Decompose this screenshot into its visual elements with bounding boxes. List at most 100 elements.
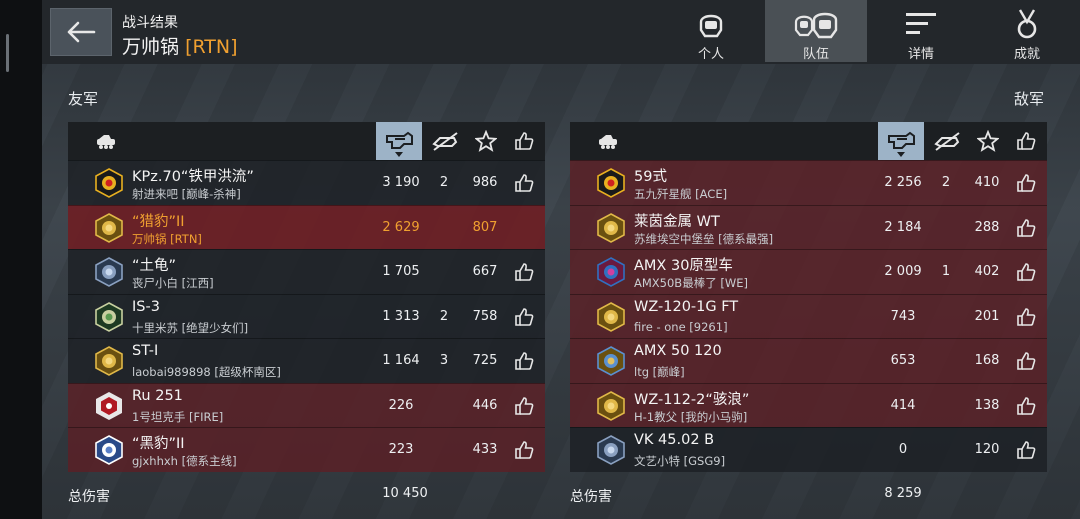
back-button[interactable] <box>50 8 112 56</box>
player-row[interactable]: AMX 50 120 ltg [巅峰] 653 168 <box>570 338 1047 383</box>
player-row[interactable]: “土龟” 丧尸小白 [江西] 1 705 667 <box>68 249 545 294</box>
kills-column-header[interactable] <box>425 122 465 160</box>
player-row[interactable]: AMX 30原型车 AMX50B最棒了 [WE] 2 009 1 402 <box>570 249 1047 294</box>
like-button[interactable] <box>514 440 534 460</box>
lion-badge-icon <box>95 212 123 243</box>
tab-label: 队伍 <box>802 47 829 62</box>
like-button[interactable] <box>1016 307 1036 327</box>
allies-total-label: 总伤害 <box>68 489 110 505</box>
tab-personal[interactable]: 个人 <box>660 0 762 62</box>
damage-value: 2 629 <box>382 219 420 235</box>
player-row[interactable]: VK 45.02 B 文艺小特 [GSG9] 0 120 <box>570 427 1047 472</box>
tank-badge <box>596 212 626 243</box>
shield-badge-icon <box>597 435 625 465</box>
like-button[interactable] <box>1016 262 1036 282</box>
person-helmet-icon <box>695 8 727 40</box>
player-name: 1号坦克手 [FIRE] <box>132 409 224 424</box>
tank-badge <box>596 168 626 198</box>
sort-down-icon <box>897 152 905 157</box>
tab-achievements[interactable]: 成就 <box>976 0 1078 62</box>
hexagon-badge-icon <box>96 391 122 420</box>
tank-badge <box>596 435 626 465</box>
tank-name: “土龟” <box>132 258 177 274</box>
player-row[interactable]: 莱茵金属 WT 苏维埃空中堡垒 [德系最强] 2 184 288 <box>570 204 1047 249</box>
tank-name: AMX 30原型车 <box>634 258 733 274</box>
enemies-total-label: 总伤害 <box>570 489 612 505</box>
arrow-left-icon <box>67 21 96 43</box>
player-name: 十里米苏 [绝望少女们] <box>132 320 249 335</box>
like-button[interactable] <box>514 262 534 282</box>
damage-value: 223 <box>388 442 414 457</box>
tank-badge <box>596 301 626 332</box>
player-name: 万帅锅 [RTN] <box>132 231 202 246</box>
like-button[interactable] <box>1016 351 1036 371</box>
tank-badge <box>94 391 124 421</box>
like-button[interactable] <box>514 351 534 371</box>
tab-team[interactable]: 队伍 <box>765 0 867 62</box>
kills-value: 2 <box>439 308 449 324</box>
tank-badge-icon <box>95 301 123 332</box>
tank-name: WZ-112-2“骇浪” <box>634 391 750 408</box>
like-column-header <box>513 122 535 160</box>
lightning-badge-icon <box>95 168 123 198</box>
tank-name: WZ-120-1G FT <box>634 298 739 315</box>
player-row[interactable]: Ru 251 1号坦克手 [FIRE] 226 446 <box>68 382 545 427</box>
player-row[interactable]: IS-3 十里米苏 [绝望少女们] 1 313 2 758 <box>68 293 545 338</box>
like-button[interactable] <box>1016 218 1036 238</box>
player-name: gjxhhxh [德系主线] <box>132 454 237 468</box>
like-button[interactable] <box>1016 173 1036 193</box>
lion-badge-icon <box>95 346 123 376</box>
left-edge-bar <box>0 0 42 519</box>
tank-name: VK 45.02 B <box>634 432 715 448</box>
tab-details[interactable]: 详情 <box>870 0 972 62</box>
like-thumb-icon <box>1017 218 1036 237</box>
player-row[interactable]: “猎豹”II 万帅锅 [RTN] 2 629 807 <box>68 204 545 249</box>
player-row[interactable]: WZ-112-2“骇浪” H-1教父 [我的小马驹] 414 138 <box>570 382 1047 427</box>
like-thumb-icon <box>515 307 534 326</box>
details-list-icon <box>904 8 938 40</box>
lion-badge-icon <box>597 390 625 421</box>
experience-value: 807 <box>472 219 498 235</box>
tank-badge <box>94 212 124 243</box>
like-button[interactable] <box>1016 440 1036 460</box>
damage-value: 2 184 <box>884 219 922 235</box>
experience-column-header[interactable] <box>471 122 501 160</box>
tank-column-icon <box>97 135 115 149</box>
clan-tag: [RTN] <box>185 36 238 58</box>
player-name: 射进来吧 [巅峰-杀神] <box>132 187 241 201</box>
player-name: H-1教父 [我的小马驹] <box>634 409 748 424</box>
like-button[interactable] <box>514 396 534 416</box>
tank-name: 59式 <box>634 169 667 185</box>
experience-value: 667 <box>472 264 498 279</box>
player-row[interactable]: KPz.70“铁甲洪流” 射进来吧 [巅峰-杀神] 3 190 2 986 <box>68 160 545 205</box>
medal-icon <box>1015 8 1039 40</box>
damage-column-header[interactable] <box>878 122 924 160</box>
like-thumb-icon <box>515 263 534 281</box>
enemies-rows: 59式 五九歼星舰 [ACE] 2 256 2 410 莱茵金属 WT 苏维埃空中堡垒 [德… <box>570 160 1047 472</box>
player-row[interactable]: 59式 五九歼星舰 [ACE] 2 256 2 410 <box>570 160 1047 205</box>
experience-value: 758 <box>472 308 498 324</box>
like-button[interactable] <box>514 173 534 193</box>
like-button[interactable] <box>514 307 534 327</box>
like-thumb-icon <box>515 132 534 150</box>
damage-value: 0 <box>898 442 908 457</box>
experience-value: 446 <box>472 397 498 413</box>
lion-badge-icon <box>597 212 625 243</box>
kills-column-header[interactable] <box>927 122 967 160</box>
allies-rows: KPz.70“铁甲洪流” 射进来吧 [巅峰-杀神] 3 190 2 986 “猎豹”II 万… <box>68 160 545 472</box>
experience-value: 433 <box>472 442 498 457</box>
damage-value: 743 <box>890 308 916 324</box>
experience-star-icon <box>475 130 497 152</box>
player-row[interactable]: “黑豹”II gjxhhxh [德系主线] 223 433 <box>68 427 545 472</box>
player-row[interactable]: WZ-120-1G FT fire - one [9261] 743 201 <box>570 293 1047 338</box>
tab-label: 成就 <box>1013 47 1040 62</box>
tank-badge <box>94 168 124 198</box>
experience-column-header[interactable] <box>973 122 1003 160</box>
like-button[interactable] <box>1016 396 1036 416</box>
experience-value: 201 <box>974 308 1000 324</box>
tab-label: 详情 <box>907 47 934 62</box>
like-thumb-icon <box>1017 263 1036 281</box>
damage-column-header[interactable] <box>376 122 422 160</box>
player-row[interactable]: ST-I laobai989898 [超级杯南区] 1 164 3 725 <box>68 338 545 383</box>
experience-value: 410 <box>974 175 1000 190</box>
